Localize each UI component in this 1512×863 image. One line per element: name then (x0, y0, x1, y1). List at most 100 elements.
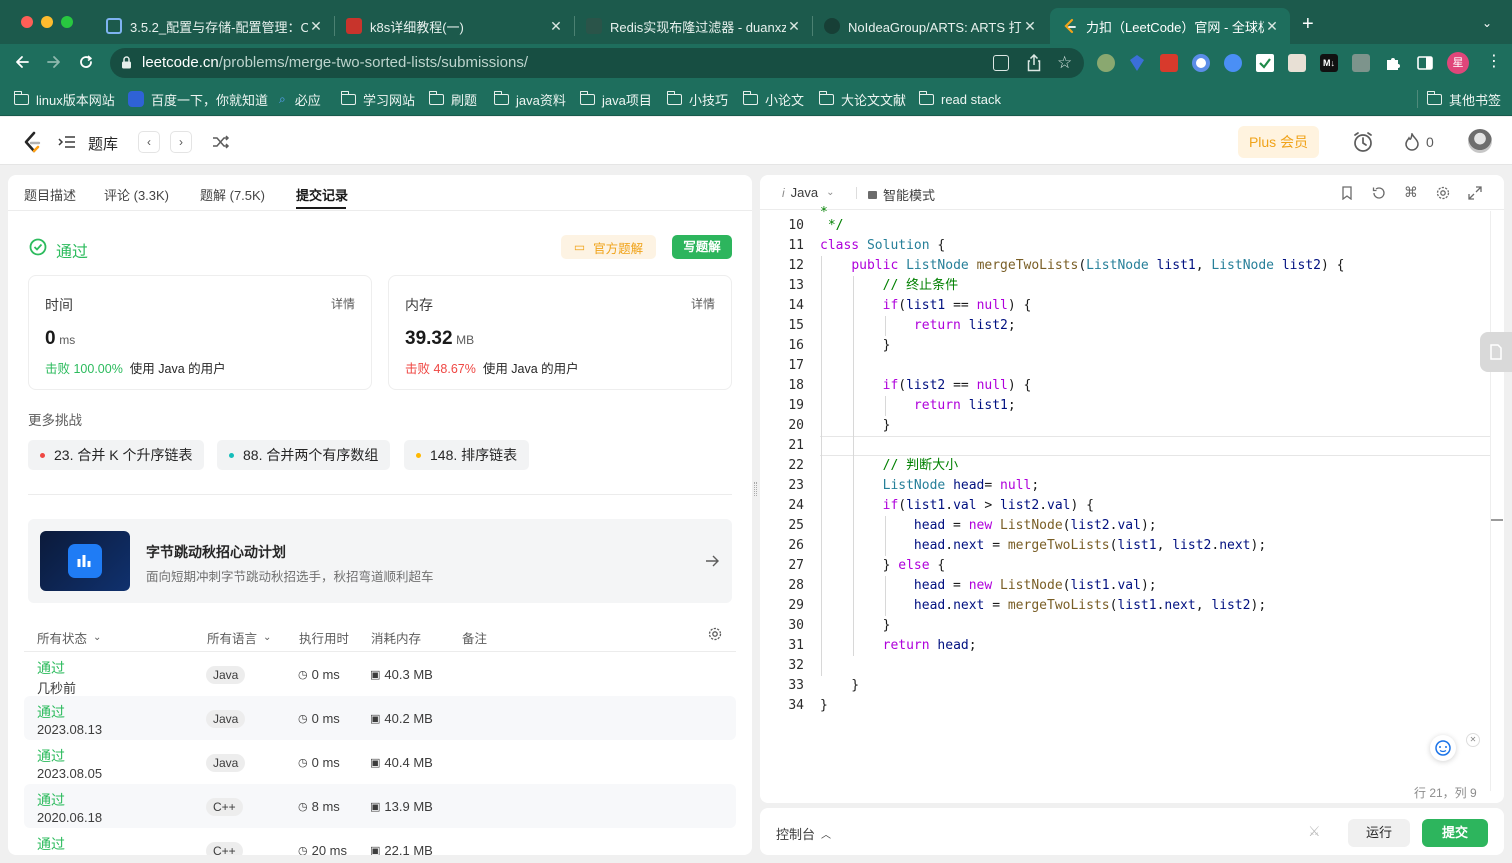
bookmark-linux[interactable]: linux版本网站 (13, 90, 115, 108)
run-button[interactable]: 运行 (1348, 819, 1410, 847)
close-tab-icon[interactable]: ✕ (786, 18, 802, 35)
editor-scrollbar[interactable] (1490, 211, 1503, 791)
language-selector[interactable]: i Java ⌄ (782, 185, 835, 200)
bookmark-read-stack[interactable]: read stack (918, 90, 1001, 108)
debug-icon[interactable]: ⚔ (1308, 823, 1321, 840)
problem-list-icon[interactable] (58, 134, 76, 150)
side-notes-tab[interactable] (1480, 332, 1512, 372)
forward-icon[interactable] (46, 54, 62, 70)
table-row[interactable]: 通过 2023.08.13 Java ◷ 0 ms ▣ 40.2 MB (24, 696, 736, 740)
extension-icon-1[interactable] (1097, 54, 1115, 72)
submission-status[interactable]: 通过 (37, 834, 65, 854)
new-tab-button[interactable]: + (1302, 14, 1314, 34)
console-toggle[interactable]: 控制台 ︿ (776, 824, 831, 843)
bookmark-java-docs[interactable]: java资料 (493, 90, 566, 108)
bookmark-bing[interactable]: ⌕ 必应 (279, 90, 321, 108)
alarm-clock-icon[interactable] (1352, 131, 1374, 153)
shortcut-command-icon[interactable]: ⌘ (1404, 184, 1418, 201)
next-problem-button[interactable]: › (170, 131, 192, 153)
translate-icon[interactable] (993, 55, 1009, 71)
tab-submissions[interactable]: 提交记录 (296, 185, 348, 204)
bookmark-paper[interactable]: 小论文 (742, 90, 804, 108)
url-text[interactable]: leetcode.cn/problems/merge-two-sorted-li… (142, 54, 528, 71)
browser-tab-1[interactable]: 3.5.2_配置与存储-配置管理：Co ✕ (94, 8, 334, 44)
extension-icon-3[interactable] (1160, 54, 1178, 72)
memory-detail-link[interactable]: 详情 (691, 295, 715, 312)
markdown-extension-icon[interactable]: M↓ (1320, 54, 1338, 72)
tab-comments[interactable]: 评论 (3.3K) (104, 185, 169, 204)
settings-gear-icon[interactable] (1436, 186, 1450, 200)
lock-icon[interactable] (121, 56, 132, 69)
write-solution-button[interactable]: 写题解 (672, 235, 732, 259)
code-editor[interactable]: * 10 11 12 13 14 15 16 17 18 19 20 21 22 23 24 25 26 27 28… (760, 205, 1504, 803)
browser-tab-leetcode[interactable]: 力扣（LeetCode）官网 - 全球极 ✕ (1050, 8, 1290, 44)
browser-tab-2[interactable]: k8s详细教程(一) ✕ (334, 8, 574, 44)
table-row[interactable]: 通过 2023.08.05 Java ◷ 0 ms ▣ 40.4 MB (24, 740, 736, 784)
extension-icon-4[interactable] (1192, 54, 1210, 72)
share-icon[interactable] (1026, 54, 1042, 72)
bookmark-study[interactable]: 学习网站 (340, 90, 415, 108)
browser-tab-3[interactable]: Redis实现布隆过滤器 - duanxz ✕ (574, 8, 812, 44)
table-row[interactable]: 通过 2020.06.18 C++ ◷ 8 ms ▣ 13.9 MB (24, 784, 736, 828)
close-feedback-icon[interactable]: ✕ (1466, 733, 1480, 747)
browser-menu-icon[interactable]: ⋮ (1486, 52, 1502, 72)
bookmark-java-projects[interactable]: java项目 (579, 90, 652, 108)
shuffle-icon[interactable] (212, 134, 230, 150)
runtime-detail-link[interactable]: 详情 (331, 295, 355, 312)
status-filter[interactable]: 所有状态 ⌄ (37, 628, 101, 647)
bookmark-leetcode[interactable]: 刷题 (428, 90, 477, 108)
submission-status[interactable]: 通过 (37, 746, 65, 766)
user-avatar[interactable] (1468, 129, 1492, 153)
challenge-chip-23[interactable]: 23. 合并 K 个升序链表 (28, 440, 205, 470)
challenge-chip-148[interactable]: 148. 排序链表 (404, 440, 530, 470)
extension-icon-5[interactable] (1224, 54, 1242, 72)
challenge-chip-88[interactable]: 88. 合并两个有序数组 (217, 440, 391, 470)
extension-icon-9[interactable] (1352, 54, 1370, 72)
prev-problem-button[interactable]: ‹ (138, 131, 160, 153)
bookmark-icon[interactable] (1341, 186, 1353, 200)
close-tab-icon[interactable]: ✕ (1264, 18, 1280, 35)
feedback-chat-button[interactable] (1430, 735, 1456, 761)
problem-list-link[interactable]: 题库 (88, 133, 118, 154)
reset-icon[interactable] (1372, 186, 1386, 200)
gear-icon[interactable] (708, 627, 722, 641)
browser-tab-4[interactable]: NoIdeaGroup/ARTS: ARTS 打卡 ✕ (812, 8, 1048, 44)
bookmark-tips[interactable]: 小技巧 (666, 90, 728, 108)
back-icon[interactable] (14, 54, 30, 70)
tab-search-chevron-icon[interactable]: ⌄ (1482, 16, 1492, 30)
submission-status[interactable]: 通过 (37, 702, 65, 722)
language-filter[interactable]: 所有语言 ⌄ (207, 628, 271, 647)
fullscreen-icon[interactable] (1468, 186, 1482, 200)
reload-icon[interactable] (78, 54, 94, 70)
tab-description[interactable]: 题目描述 (24, 185, 76, 204)
profile-avatar[interactable]: 星 (1447, 52, 1469, 74)
extension-icon-2[interactable] (1128, 54, 1146, 72)
tab-solutions[interactable]: 题解 (7.5K) (200, 185, 265, 204)
submission-status[interactable]: 通过 (37, 790, 65, 810)
promo-banner[interactable]: 字节跳动秋招心动计划 面向短期冲刺字节跳动秋招选手，秋招弯道顺利超车 (28, 519, 732, 603)
plus-member-button[interactable]: Plus 会员 (1238, 126, 1319, 158)
bookmark-other[interactable]: 其他书签 (1426, 90, 1501, 108)
bookmark-thesis[interactable]: 大论文文献 (818, 90, 906, 108)
close-tab-icon[interactable]: ✕ (308, 18, 324, 35)
maximize-window-button[interactable] (61, 16, 73, 28)
extension-icon-7[interactable] (1288, 54, 1306, 72)
extensions-puzzle-icon[interactable] (1384, 54, 1402, 72)
table-row[interactable]: 通过 C++ ◷ 20 ms ▣ 22.1 MB (24, 828, 736, 855)
panel-resize-handle[interactable] (754, 482, 757, 496)
table-row[interactable]: 通过 几秒前 Java ◷ 0 ms ▣ 40.3 MB (24, 652, 736, 696)
close-tab-icon[interactable]: ✕ (548, 18, 564, 35)
close-tab-icon[interactable]: ✕ (1022, 18, 1038, 35)
fire-streak-icon[interactable] (1404, 133, 1420, 151)
bookmark-star-icon[interactable]: ☆ (1057, 53, 1072, 73)
close-window-button[interactable] (21, 16, 33, 28)
submission-status[interactable]: 通过 (37, 658, 65, 678)
submit-button[interactable]: 提交 (1422, 819, 1488, 847)
extension-check-icon[interactable] (1256, 54, 1274, 72)
minimize-window-button[interactable] (41, 16, 53, 28)
bookmark-baidu[interactable]: 百度一下，你就知道 (128, 90, 268, 108)
sidebar-toggle-icon[interactable] (1416, 54, 1434, 72)
leetcode-logo-icon[interactable] (22, 131, 42, 153)
official-solution-button[interactable]: ▭ 官方题解 (561, 235, 656, 259)
smart-mode-toggle[interactable]: 智能模式 (868, 185, 935, 204)
